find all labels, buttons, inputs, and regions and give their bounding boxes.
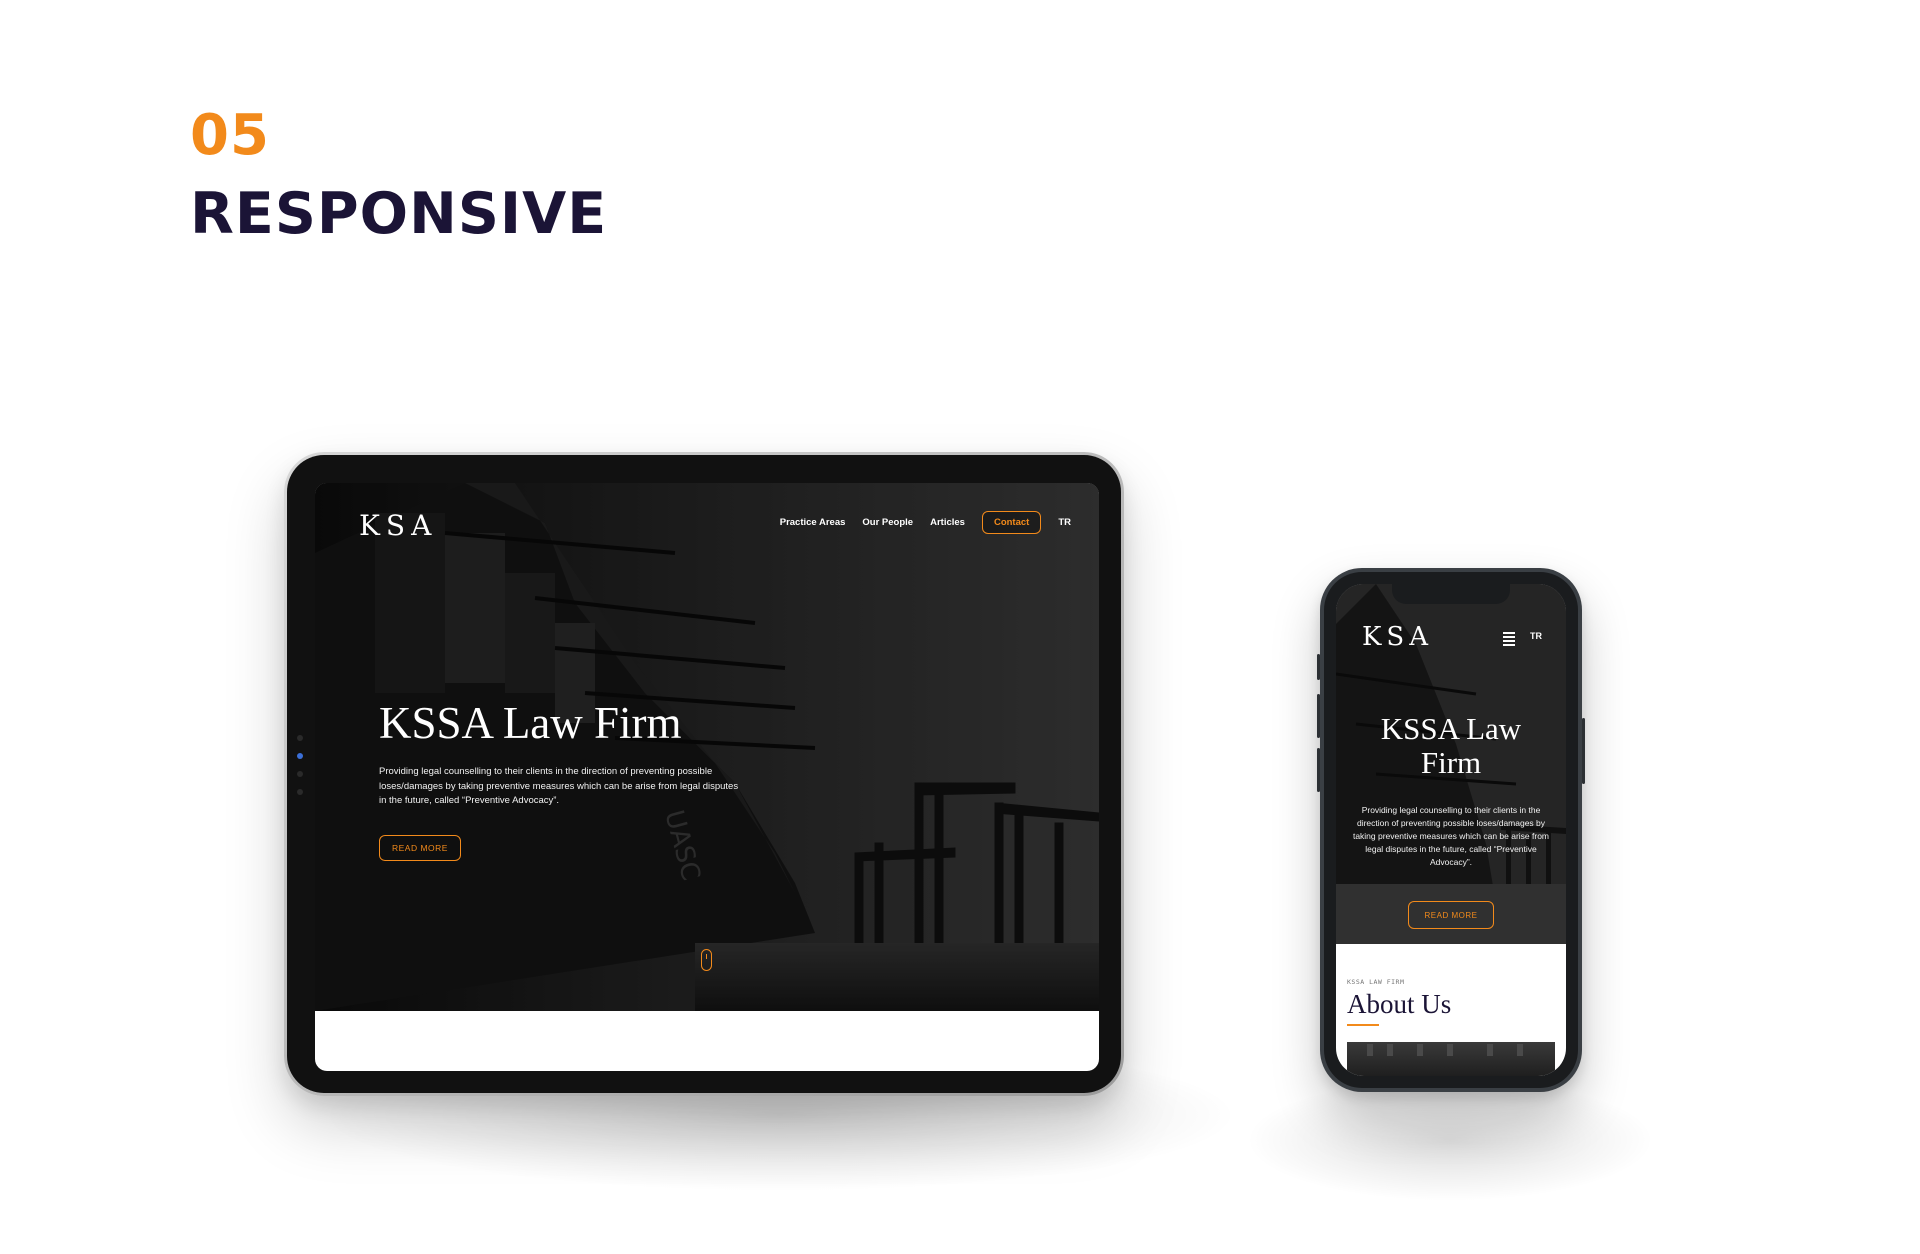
about-eyebrow: KSSA LAW FIRM xyxy=(1347,978,1405,986)
site-logo[interactable]: KSA xyxy=(1362,622,1433,652)
phone-device: KSA TR KSSA Law Firm Providing legal cou… xyxy=(1317,568,1585,1092)
language-switch[interactable]: TR xyxy=(1530,631,1542,641)
phone-notch xyxy=(1392,584,1510,604)
scroll-down-icon[interactable] xyxy=(701,949,712,971)
about-heading: About Us xyxy=(1347,989,1452,1019)
tablet-screen: UASC KSA Practice Areas Our People Artic… xyxy=(315,483,1099,1071)
side-dot xyxy=(297,771,303,777)
phone-side-button xyxy=(1317,654,1320,680)
hero-description: Providing legal counselling to their cli… xyxy=(1352,805,1550,867)
phone-shadow xyxy=(1250,1080,1650,1200)
side-dot xyxy=(297,789,303,795)
site-logo[interactable]: KSA xyxy=(359,509,437,542)
tablet-bezel: UASC KSA Practice Areas Our People Artic… xyxy=(287,455,1121,1093)
phone-power-button xyxy=(1582,718,1585,784)
section-number: 05 xyxy=(190,103,270,168)
language-switch[interactable]: TR xyxy=(1058,517,1071,528)
phone-hero-section: KSA TR KSSA Law Firm Providing legal cou… xyxy=(1336,584,1566,944)
side-dot xyxy=(297,735,303,741)
nav-link-practice-areas[interactable]: Practice Areas xyxy=(780,517,846,528)
hero-title: KSSA Law Firm xyxy=(379,698,682,748)
read-more-button[interactable]: READ MORE xyxy=(379,835,461,861)
responsive-showcase-page: 05 RESPONSIVE KSA Practice Areas Our Peo… xyxy=(0,0,1920,1254)
phone-screen: KSA TR KSSA Law Firm Providing legal cou… xyxy=(1336,584,1566,1076)
hero-title: KSSA Law Firm xyxy=(1380,711,1522,780)
about-heading-underline xyxy=(1347,1024,1379,1026)
phone-volume-down-button xyxy=(1317,748,1320,792)
side-dot-active xyxy=(297,753,303,759)
tablet-side-indicators xyxy=(297,735,303,807)
tablet-hero-section: UASC KSA Practice Areas Our People Artic… xyxy=(315,483,1099,1011)
nav-link-our-people[interactable]: Our People xyxy=(862,517,913,528)
read-more-button[interactable]: READ MORE xyxy=(1408,901,1494,929)
contact-button[interactable]: Contact xyxy=(981,511,1042,534)
about-image xyxy=(1347,1042,1555,1076)
main-navigation: Practice Areas Our People Articles Conta… xyxy=(780,511,1071,534)
hero-description: Providing legal counselling to their cli… xyxy=(379,766,739,806)
tablet-device: UASC KSA Practice Areas Our People Artic… xyxy=(284,452,1124,1096)
hamburger-menu-icon[interactable] xyxy=(1503,632,1515,648)
phone-volume-up-button xyxy=(1317,694,1320,738)
section-title: RESPONSIVE xyxy=(190,181,608,247)
nav-link-articles[interactable]: Articles xyxy=(930,517,965,528)
